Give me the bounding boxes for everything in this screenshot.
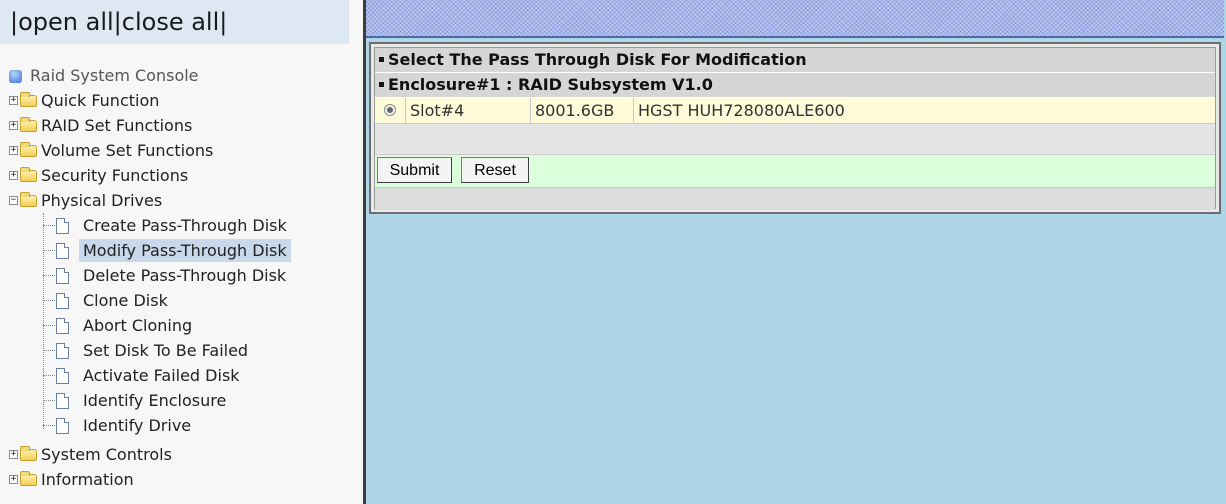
expand-icon[interactable]: + xyxy=(9,475,18,484)
disk-capacity: 8001.6GB xyxy=(530,98,633,123)
document-icon xyxy=(56,218,69,234)
open-close-bar: |open all|close all| xyxy=(0,0,349,44)
console-icon xyxy=(9,70,22,83)
document-icon xyxy=(56,318,69,334)
tree-item-abort-cloning[interactable]: Abort Cloning xyxy=(0,313,349,338)
document-icon xyxy=(56,368,69,384)
tree-folder-quick-function[interactable]: + Quick Function xyxy=(0,88,349,113)
document-icon xyxy=(56,393,69,409)
enclosure-header-row: Enclosure#1 : RAID Subsystem V1.0 xyxy=(375,73,1215,98)
document-icon xyxy=(56,343,69,359)
tree-folder-raid-set-functions[interactable]: + RAID Set Functions xyxy=(0,113,349,138)
tree-folder-label: Physical Drives xyxy=(41,191,163,210)
document-icon xyxy=(56,418,69,434)
disk-model: HGST HUH728080ALE600 xyxy=(633,98,1215,123)
folder-icon xyxy=(20,117,37,132)
folder-icon xyxy=(20,471,37,486)
form-title: Select The Pass Through Disk For Modific… xyxy=(388,50,807,69)
tree-item-identify-drive[interactable]: Identify Drive xyxy=(0,413,349,438)
document-icon xyxy=(56,293,69,309)
tree-item-activate-failed-disk[interactable]: Activate Failed Disk xyxy=(0,363,349,388)
reset-button[interactable]: Reset xyxy=(461,157,529,183)
tree-folder-label: Volume Set Functions xyxy=(41,141,214,160)
disk-slot: Slot#4 xyxy=(405,98,530,123)
bullet-icon xyxy=(379,57,384,62)
tree-item-set-disk-to-be-failed[interactable]: Set Disk To Be Failed xyxy=(0,338,349,363)
tree-folder-label: Quick Function xyxy=(41,91,160,110)
tree-folder-physical-drives[interactable]: − Physical Drives xyxy=(0,188,349,213)
tree-folder-information[interactable]: + Information xyxy=(0,467,349,492)
tree-folder-label: Security Functions xyxy=(41,166,189,185)
form-title-row: Select The Pass Through Disk For Modific… xyxy=(375,48,1215,73)
expand-icon[interactable]: + xyxy=(9,171,18,180)
tree-item-label: Create Pass-Through Disk xyxy=(83,216,287,235)
tree-folder-system-controls[interactable]: + System Controls xyxy=(0,442,349,467)
expand-icon[interactable]: + xyxy=(9,121,18,130)
folder-open-icon xyxy=(20,192,37,207)
open-all-link[interactable]: open all xyxy=(18,8,114,36)
spacer-row xyxy=(375,124,1215,153)
tree-folder-volume-set-functions[interactable]: + Volume Set Functions xyxy=(0,138,349,163)
tree-item-clone-disk[interactable]: Clone Disk xyxy=(0,288,349,313)
tree-folder-security-functions[interactable]: + Security Functions xyxy=(0,163,349,188)
tree-root[interactable]: Raid System Console xyxy=(0,63,349,88)
tree-item-delete-pass-through-disk[interactable]: Delete Pass-Through Disk xyxy=(0,263,349,288)
tree-item-identify-enclosure[interactable]: Identify Enclosure xyxy=(0,388,349,413)
tree-item-label: Identify Drive xyxy=(83,416,192,435)
disk-radio-button[interactable] xyxy=(384,104,396,116)
expand-icon[interactable]: + xyxy=(9,96,18,105)
tree-root-label: Raid System Console xyxy=(30,66,199,85)
submit-button[interactable]: Submit xyxy=(377,157,452,183)
collapse-icon[interactable]: − xyxy=(9,196,18,205)
folder-icon xyxy=(20,142,37,157)
content-pane: Select The Pass Through Disk For Modific… xyxy=(366,0,1226,504)
folder-icon xyxy=(20,92,37,107)
close-all-link[interactable]: close all xyxy=(122,8,220,36)
tree-item-create-pass-through-disk[interactable]: Create Pass-Through Disk xyxy=(0,213,349,238)
disk-row[interactable]: Slot#4 8001.6GB HGST HUH728080ALE600 xyxy=(375,98,1215,124)
tree-item-label: Abort Cloning xyxy=(83,316,193,335)
tree-item-label: Set Disk To Be Failed xyxy=(83,341,249,360)
separator: | xyxy=(10,8,19,36)
tree-item-label: Activate Failed Disk xyxy=(83,366,240,385)
button-row: Submit Reset xyxy=(375,154,1215,188)
document-icon xyxy=(56,268,69,284)
document-icon xyxy=(56,243,69,259)
tree-folder-label: Information xyxy=(41,470,134,489)
tree-folder-label: System Controls xyxy=(41,445,172,464)
enclosure-title: Enclosure#1 : RAID Subsystem V1.0 xyxy=(388,75,713,94)
expand-icon[interactable]: + xyxy=(9,146,18,155)
expand-icon[interactable]: + xyxy=(9,450,18,459)
tree-folder-label: RAID Set Functions xyxy=(41,116,193,135)
tree-item-label-selected: Modify Pass-Through Disk xyxy=(79,239,291,262)
top-banner xyxy=(366,0,1224,38)
folder-icon xyxy=(20,446,37,461)
footer-row xyxy=(375,188,1215,210)
modify-pass-through-form: Select The Pass Through Disk For Modific… xyxy=(369,42,1221,214)
navigation-pane: |open all|close all| Raid System Console… xyxy=(0,0,363,504)
tree-item-label: Clone Disk xyxy=(83,291,168,310)
tree-item-label: Identify Enclosure xyxy=(83,391,227,410)
tree-item-modify-pass-through-disk[interactable]: Modify Pass-Through Disk xyxy=(0,238,349,263)
tree-item-label: Delete Pass-Through Disk xyxy=(83,266,287,285)
bullet-icon xyxy=(379,82,384,87)
separator: | xyxy=(219,8,228,36)
folder-icon xyxy=(20,167,37,182)
separator: | xyxy=(113,8,122,36)
